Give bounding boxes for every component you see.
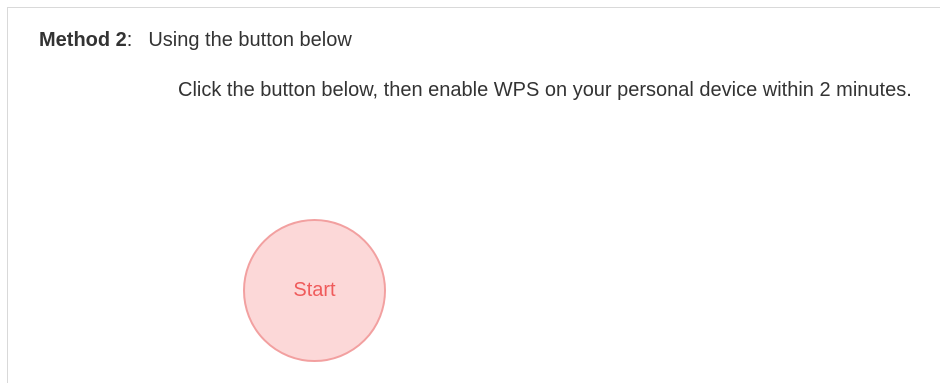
start-wps-button[interactable]: Start [243, 219, 386, 362]
method-title: Using the button below [148, 29, 352, 51]
method-colon: : [126, 29, 133, 51]
wps-panel [7, 7, 940, 383]
wps-instruction-text: Click the button below, then enable WPS … [178, 79, 912, 101]
start-button-label: Start [293, 279, 336, 301]
method-heading: Method 2: Using the button below [39, 28, 352, 52]
method-label: Method 2 [39, 29, 127, 51]
